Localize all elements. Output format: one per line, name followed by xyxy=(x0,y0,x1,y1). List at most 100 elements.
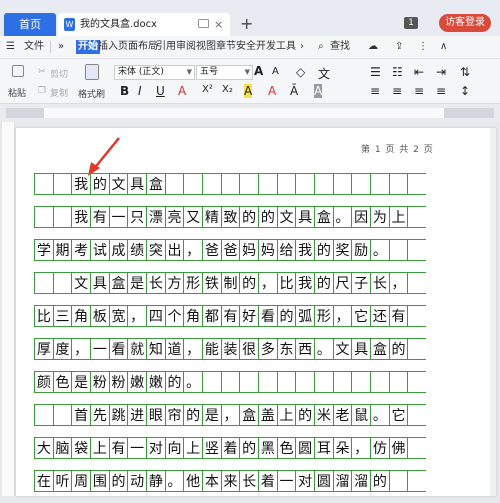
tab-count-badge[interactable]: 1 xyxy=(404,17,418,29)
tab-document[interactable]: W 我的文具盒.docx × xyxy=(58,13,230,36)
grid-cell xyxy=(407,437,426,459)
grid-cell xyxy=(34,206,54,228)
grid-cell: 的 xyxy=(239,437,259,459)
grid-cell: ， xyxy=(71,338,91,360)
separator xyxy=(50,41,51,53)
grid-cell: 嫩 xyxy=(127,371,147,393)
grid-cell: 上 xyxy=(183,437,203,459)
grid-cell xyxy=(407,272,426,294)
format-painter-button[interactable]: 格式刷 xyxy=(78,87,105,100)
grid-cell: 东 xyxy=(276,338,297,360)
align-right-icon[interactable]: ≡ xyxy=(414,84,424,98)
increase-indent-icon[interactable]: ⇥ xyxy=(436,65,446,79)
grid-cell: 出 xyxy=(164,239,185,261)
line-spacing-icon[interactable]: ↕ xyxy=(460,84,470,98)
subscript-button[interactable]: X₂ xyxy=(222,84,233,95)
shrink-font-icon[interactable]: A xyxy=(272,66,279,77)
cut-icon[interactable]: ✂ xyxy=(38,67,46,77)
new-tab-icon[interactable]: + xyxy=(240,14,253,33)
grid-row: 我的文具盒 xyxy=(34,173,426,195)
phonetic-icon[interactable]: 文 xyxy=(318,65,330,82)
numbering-icon[interactable]: ☷ xyxy=(392,65,403,79)
menu-page-layout[interactable]: 页面布局 xyxy=(118,36,158,58)
menu-view[interactable]: 视图 xyxy=(196,36,216,58)
grid-cell: 比 xyxy=(276,272,297,294)
grid-cell: 三 xyxy=(52,305,73,327)
monitor-icon[interactable] xyxy=(198,19,209,28)
grid-cell xyxy=(332,173,353,195)
grid-cell: 在 xyxy=(34,470,54,492)
align-left-icon[interactable]: ≡ xyxy=(370,84,380,98)
share-icon[interactable]: ⇪ xyxy=(395,36,403,58)
menu-arrows-icon[interactable]: » xyxy=(58,36,64,58)
grid-cell: 是 xyxy=(127,272,147,294)
grid-cell: 学 xyxy=(34,239,54,261)
bold-button[interactable]: B xyxy=(120,84,129,98)
more-options-icon[interactable]: ⋮ xyxy=(418,36,428,58)
manuscript-grid[interactable]: 我的文具盒我有一只漂亮又精致的的文具盒。因为上学期考试成绩突出，爸爸妈妈给我的奖… xyxy=(34,173,426,503)
tab-bar: 首页 W 我的文具盒.docx × + 1 访客登录 xyxy=(0,0,500,36)
format-painter-icon[interactable] xyxy=(85,64,99,80)
login-button[interactable]: 访客登录 xyxy=(439,14,491,32)
copy-icon[interactable]: ❐ xyxy=(38,86,46,96)
cloud-icon[interactable]: ☁ xyxy=(368,36,378,58)
grow-font-icon[interactable]: A xyxy=(254,64,263,78)
grid-cell: 先 xyxy=(90,404,110,426)
menu-icon[interactable]: ☰ xyxy=(6,36,15,58)
grid-cell: 它 xyxy=(351,305,371,327)
grid-cell: 的 xyxy=(90,173,110,195)
clear-format-icon[interactable]: ◇ xyxy=(296,65,305,79)
grid-cell: 知 xyxy=(146,338,166,360)
superscript-button[interactable]: X² xyxy=(202,84,213,95)
align-center-icon[interactable]: ≡ xyxy=(392,84,402,98)
bullets-icon[interactable]: ☰ xyxy=(370,65,381,79)
menu-find[interactable]: 查找 xyxy=(330,36,350,58)
char-border-icon[interactable]: Ā xyxy=(290,84,298,98)
expand-icon[interactable]: ∧ xyxy=(440,36,447,58)
italic-button[interactable]: I xyxy=(138,84,142,98)
highlight-icon[interactable]: A xyxy=(244,84,253,98)
menu-more-icon[interactable]: › xyxy=(300,36,304,58)
menu-developer[interactable]: 开发工具 xyxy=(256,36,296,58)
underline-button[interactable]: U xyxy=(156,84,165,98)
grid-cell: 盒 xyxy=(108,272,129,294)
vertical-ruler[interactable] xyxy=(2,122,15,496)
grid-cell xyxy=(34,404,54,426)
decrease-indent-icon[interactable]: ⇤ xyxy=(414,65,424,79)
menu-insert[interactable]: 插入 xyxy=(98,36,118,58)
paste-label[interactable]: 粘贴 xyxy=(8,86,26,99)
justify-icon[interactable]: ≡ xyxy=(436,84,446,98)
sort-icon[interactable]: ⇅ xyxy=(460,65,470,79)
grid-cell: 的 xyxy=(183,404,203,426)
grid-cell: 溜 xyxy=(351,470,371,492)
vertical-scrollbar[interactable] xyxy=(490,128,496,496)
document-tab-title: 我的文具盒.docx xyxy=(80,19,158,30)
size-select[interactable]: 五号 ▼ xyxy=(196,65,253,80)
menu-chapter[interactable]: 章节 xyxy=(216,36,236,58)
text-color-icon[interactable]: A xyxy=(268,84,276,98)
grid-cell: 向 xyxy=(164,437,185,459)
horizontal-ruler[interactable] xyxy=(0,104,500,122)
grid-cell: ， xyxy=(183,338,203,360)
font-color-icon[interactable]: A xyxy=(178,84,186,98)
tab-home[interactable]: 首页 xyxy=(4,13,56,36)
grid-cell: 圆 xyxy=(314,470,334,492)
copy-button[interactable]: 复制 xyxy=(50,86,68,99)
grid-cell: 的 xyxy=(370,470,390,492)
grid-cell xyxy=(351,173,371,195)
font-select[interactable]: 宋体 (正文) ▼ xyxy=(114,65,195,80)
menu-file[interactable]: 文件 xyxy=(24,36,44,58)
paste-icon[interactable] xyxy=(12,65,24,77)
menu-home[interactable]: 开始 xyxy=(76,40,100,54)
menu-references[interactable]: 引用 xyxy=(156,36,176,58)
char-shading-icon[interactable]: A xyxy=(314,84,323,98)
grid-row: 在听周围的动静。他本来长着一对圆溜溜的 xyxy=(34,470,426,492)
grid-cell xyxy=(276,371,297,393)
close-tab-icon[interactable]: × xyxy=(214,13,223,36)
menu-security[interactable]: 安全 xyxy=(236,36,256,58)
menu-review[interactable]: 审阅 xyxy=(176,36,196,58)
grid-cell: 溜 xyxy=(332,470,353,492)
grid-cell xyxy=(407,206,426,228)
search-icon[interactable]: ⌕ xyxy=(318,36,324,58)
cut-button[interactable]: 剪切 xyxy=(50,67,68,80)
